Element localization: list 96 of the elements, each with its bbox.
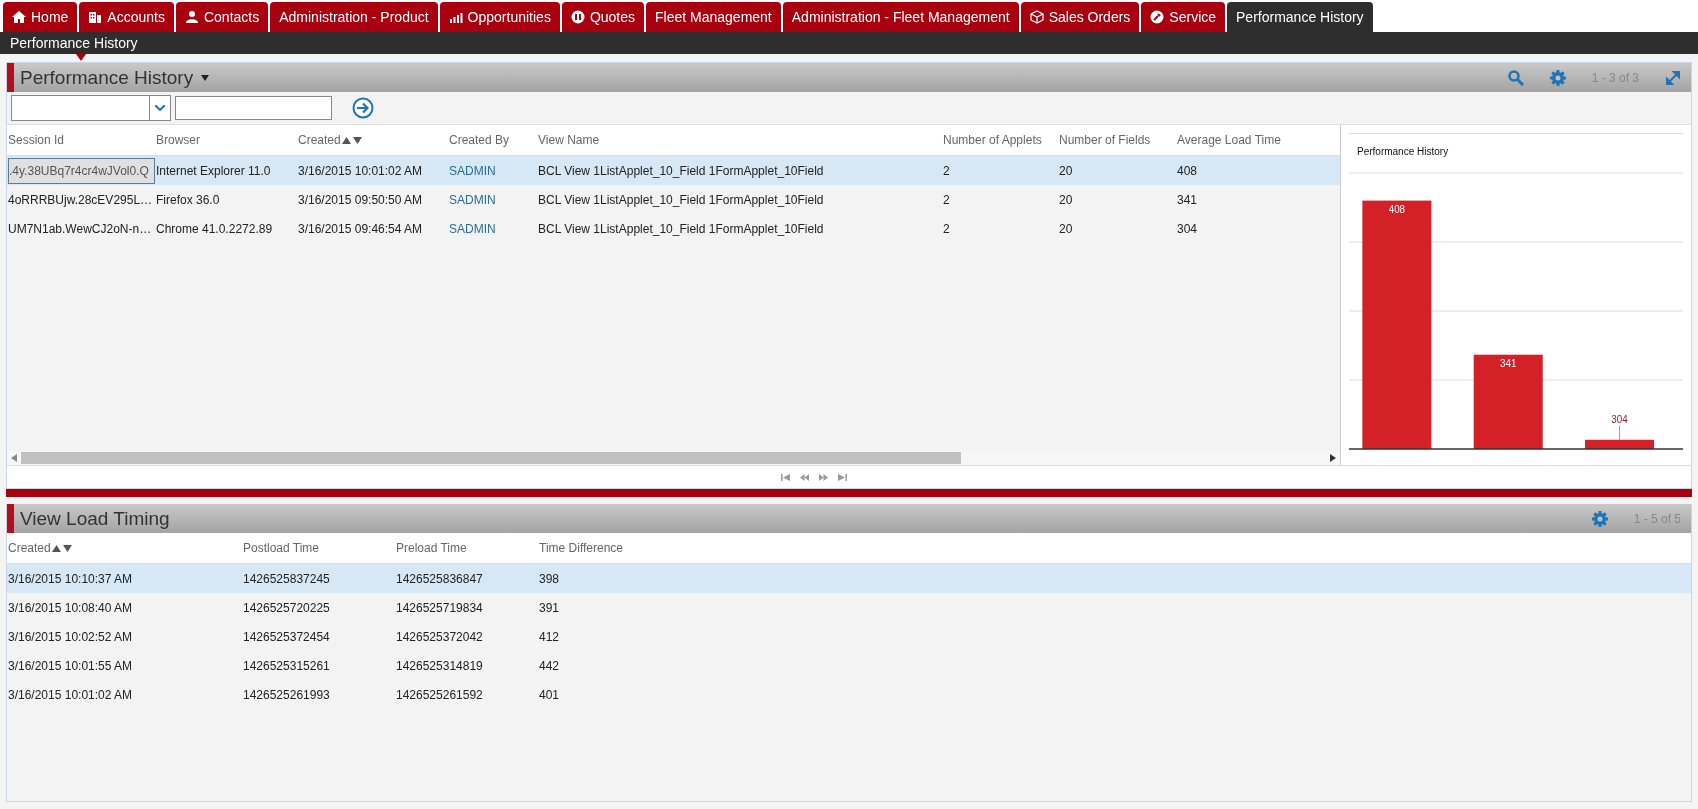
data-label: 408 <box>1388 203 1406 215</box>
table-cell: 1426525315261 <box>243 658 330 673</box>
leader-line <box>1619 425 1621 441</box>
table-cell: 2 <box>943 163 950 178</box>
field-dropdown[interactable] <box>11 95 171 121</box>
table-cell: 391 <box>539 600 560 615</box>
table-cell: 1426525261993 <box>243 687 330 702</box>
table-cell: 398 <box>539 571 560 586</box>
column-label[interactable]: Time Difference <box>539 541 624 555</box>
bar-chart-icon <box>448 10 463 24</box>
table-cell: 1426525837245 <box>243 571 330 586</box>
table-cell: UM7N1ab.WewCJ2oN-n… <box>8 221 152 236</box>
box-icon <box>1029 10 1044 24</box>
table-cell: 3/16/2015 10:08:40 AM <box>8 600 133 615</box>
applet-title: View Load Timing <box>19 507 170 530</box>
scroll-left-icon[interactable] <box>11 454 17 462</box>
table-cell: 442 <box>539 658 560 673</box>
next-page-icon[interactable] <box>819 473 828 481</box>
table-cell: 3/16/2015 10:01:02 AM <box>8 687 133 702</box>
table-cell: 1426525836847 <box>396 571 483 586</box>
data-label: 341 <box>1500 357 1517 369</box>
sort-icon[interactable] <box>51 543 72 553</box>
nav-tab[interactable]: Opportunities <box>439 2 560 32</box>
previous-page-icon[interactable] <box>800 473 809 481</box>
nav-tab[interactable]: Accounts <box>79 2 174 32</box>
column-label[interactable]: Session Id <box>8 133 65 147</box>
table-cell: 3/16/2015 10:10:37 AM <box>8 571 133 586</box>
table-cell: BCL View 1ListApplet_10_Field 1FormApplet_10Field <box>538 221 824 236</box>
table-cell: 1426525261592 <box>396 687 483 702</box>
pointer-icon <box>76 54 86 61</box>
nav-tab[interactable]: Administration - Product <box>270 2 438 32</box>
wrench-icon <box>1150 10 1165 24</box>
table-cell: 2 <box>943 221 950 236</box>
table-cell: 3/16/2015 09:50:50 AM <box>298 192 423 207</box>
building-icon <box>88 10 103 24</box>
expand-icon[interactable] <box>1665 69 1681 86</box>
search-icon[interactable] <box>1507 69 1524 86</box>
table-cell: 3/16/2015 10:02:52 AM <box>8 629 133 644</box>
table-cell: Internet Explorer 11.0 <box>156 163 271 178</box>
nav-tab[interactable]: Service <box>1141 2 1226 32</box>
column-label[interactable]: View Name <box>538 133 600 147</box>
table-cell: Firefox 36.0 <box>156 192 220 207</box>
nav-tab[interactable]: Fleet Management <box>646 2 781 32</box>
horizontal-scrollbar[interactable] <box>7 451 1340 465</box>
last-page-icon[interactable] <box>838 473 847 481</box>
table-cell: 3/16/2015 10:01:02 AM <box>298 163 423 178</box>
settings-icon[interactable] <box>1549 69 1566 86</box>
nav-tab[interactable]: Performance History <box>1227 2 1373 32</box>
column-label[interactable]: Created <box>8 541 51 555</box>
scroll-thumb[interactable] <box>21 452 961 464</box>
table-cell: BCL View 1ListApplet_10_Field 1FormApplet_10Field <box>538 192 824 207</box>
table-cell: BCL View 1ListApplet_10_Field 1FormApplet_10Field <box>538 163 824 178</box>
table-cell: 2 <box>943 192 950 207</box>
table-cell: 20 <box>1059 192 1073 207</box>
table-cell: 1426525314819 <box>396 658 483 673</box>
nav-tab[interactable]: Contacts <box>175 2 269 32</box>
go-icon[interactable] <box>352 97 374 119</box>
nav-tab[interactable]: Home <box>3 2 78 32</box>
table-cell: Chrome 41.0.2272.89 <box>156 221 273 236</box>
column-label[interactable]: Created <box>298 133 341 147</box>
nav-tab[interactable]: Administration - Fleet Management <box>782 2 1019 32</box>
table-cell: 1426525720225 <box>243 600 330 615</box>
nav-tab[interactable]: Quotes <box>561 2 645 32</box>
table-cell: 1426525372454 <box>243 629 330 644</box>
sort-icon[interactable] <box>341 135 362 145</box>
first-page-icon[interactable] <box>781 473 790 481</box>
table-cell: 304 <box>1177 221 1198 236</box>
scroll-right-icon[interactable] <box>1330 454 1336 462</box>
home-icon <box>12 10 26 24</box>
chart-title: Performance History <box>1349 133 1683 163</box>
chart-bar <box>1585 439 1655 449</box>
table-cell: 4oRRRBUjw.28cEV295L… <box>8 192 153 207</box>
column-label[interactable]: Browser <box>156 133 200 147</box>
table-cell: 412 <box>539 629 560 644</box>
table-cell: 1426525372042 <box>396 629 483 644</box>
chevron-icon[interactable] <box>155 105 165 111</box>
table-cell: 20 <box>1059 163 1073 178</box>
caret-icon[interactable] <box>201 74 210 81</box>
table-cell: 401 <box>539 687 560 702</box>
table-cell: 1426525719834 <box>396 600 483 615</box>
table-cell: 408 <box>1177 163 1198 178</box>
user-link[interactable]: SADMIN <box>449 221 496 236</box>
table-cell: .4y.38UBq7r4cr4wJVol0.Q <box>8 157 155 184</box>
applet-title: Performance History <box>19 66 194 89</box>
table-cell: 3/16/2015 10:01:55 AM <box>8 658 133 673</box>
subnav-link[interactable]: Performance History <box>10 35 138 51</box>
user-link[interactable]: SADMIN <box>449 192 496 207</box>
nav-tab[interactable]: Sales Orders <box>1020 2 1140 32</box>
data-label: 304 <box>1611 413 1628 425</box>
quote-icon <box>570 10 585 24</box>
table-cell: 341 <box>1177 192 1198 207</box>
query-field[interactable] <box>175 96 332 120</box>
person-icon <box>184 10 199 24</box>
table-cell: 20 <box>1059 221 1073 236</box>
table-cell: 3/16/2015 09:46:54 AM <box>298 221 423 236</box>
settings-icon[interactable] <box>1591 510 1608 527</box>
